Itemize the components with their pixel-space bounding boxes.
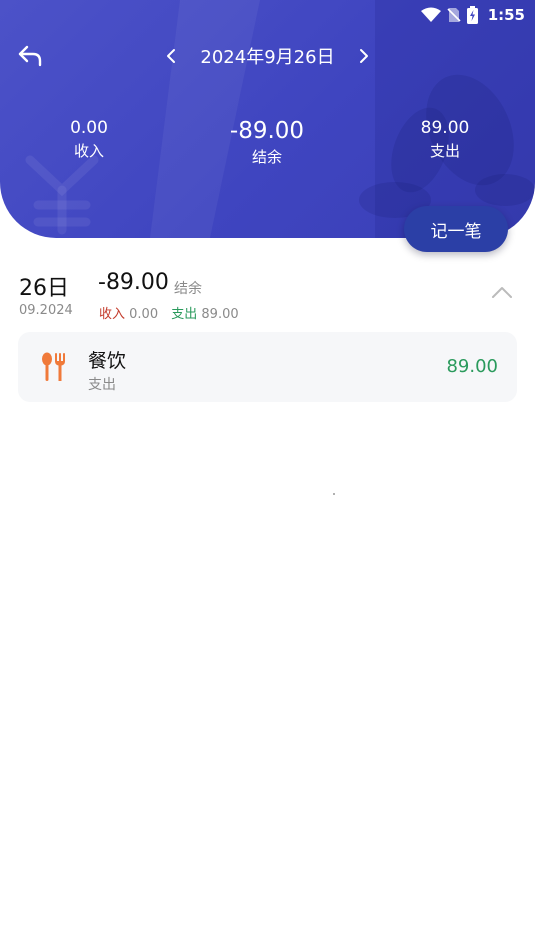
date-navigator: 2024年9月26日 — [0, 40, 535, 72]
entry-type: 支出 — [88, 377, 116, 393]
day-group-header: 26日 09.2024 -89.00 结余 收入 0.00 支出 89.00 — [0, 268, 535, 328]
day-income-expense: 收入 0.00 支出 89.00 — [99, 303, 239, 322]
header-banner: 1:55 2024年9月26日 0.00 收入 -89.00 结余 89.00 … — [0, 0, 535, 238]
expense-label: 支出 — [429, 142, 460, 160]
speck — [333, 493, 335, 495]
wifi-icon — [420, 7, 441, 22]
balance-value: -89.00 — [229, 118, 305, 144]
battery-charging-icon — [466, 6, 478, 24]
record-entry-button[interactable]: 记一笔 — [404, 206, 508, 252]
entry-category: 餐饮 — [88, 350, 127, 372]
day-number: 26日 — [19, 276, 69, 301]
day-expense-label: 支出 — [171, 307, 198, 322]
chevron-left-icon[interactable] — [164, 47, 178, 65]
utensils-icon — [42, 352, 65, 381]
day-income-value: 0.00 — [129, 307, 159, 322]
balance-label: 结余 — [251, 148, 282, 166]
status-time: 1:55 — [487, 6, 525, 24]
list-item[interactable]: 餐饮 支出 89.00 — [18, 332, 517, 402]
status-bar: 1:55 — [420, 4, 525, 26]
day-month: 09.2024 — [19, 303, 73, 318]
date-title[interactable]: 2024年9月26日 — [200, 43, 334, 69]
income-value: 0.00 — [70, 118, 108, 138]
chevron-right-icon[interactable] — [357, 47, 371, 65]
day-expense-value: 89.00 — [201, 307, 239, 322]
no-sim-icon — [447, 8, 461, 22]
expense-summary: 89.00 支出 — [370, 116, 520, 162]
expense-value: 89.00 — [420, 118, 470, 138]
entry-amount: 89.00 — [446, 356, 498, 377]
day-balance-value: -89.00 — [98, 270, 169, 295]
day-income-label: 收入 — [99, 307, 126, 322]
day-balance-label: 结余 — [174, 281, 202, 297]
income-summary: 0.00 收入 — [14, 116, 164, 162]
income-label: 收入 — [73, 142, 104, 160]
balance-summary: -89.00 结余 — [192, 116, 342, 168]
chevron-up-icon[interactable] — [490, 284, 514, 300]
